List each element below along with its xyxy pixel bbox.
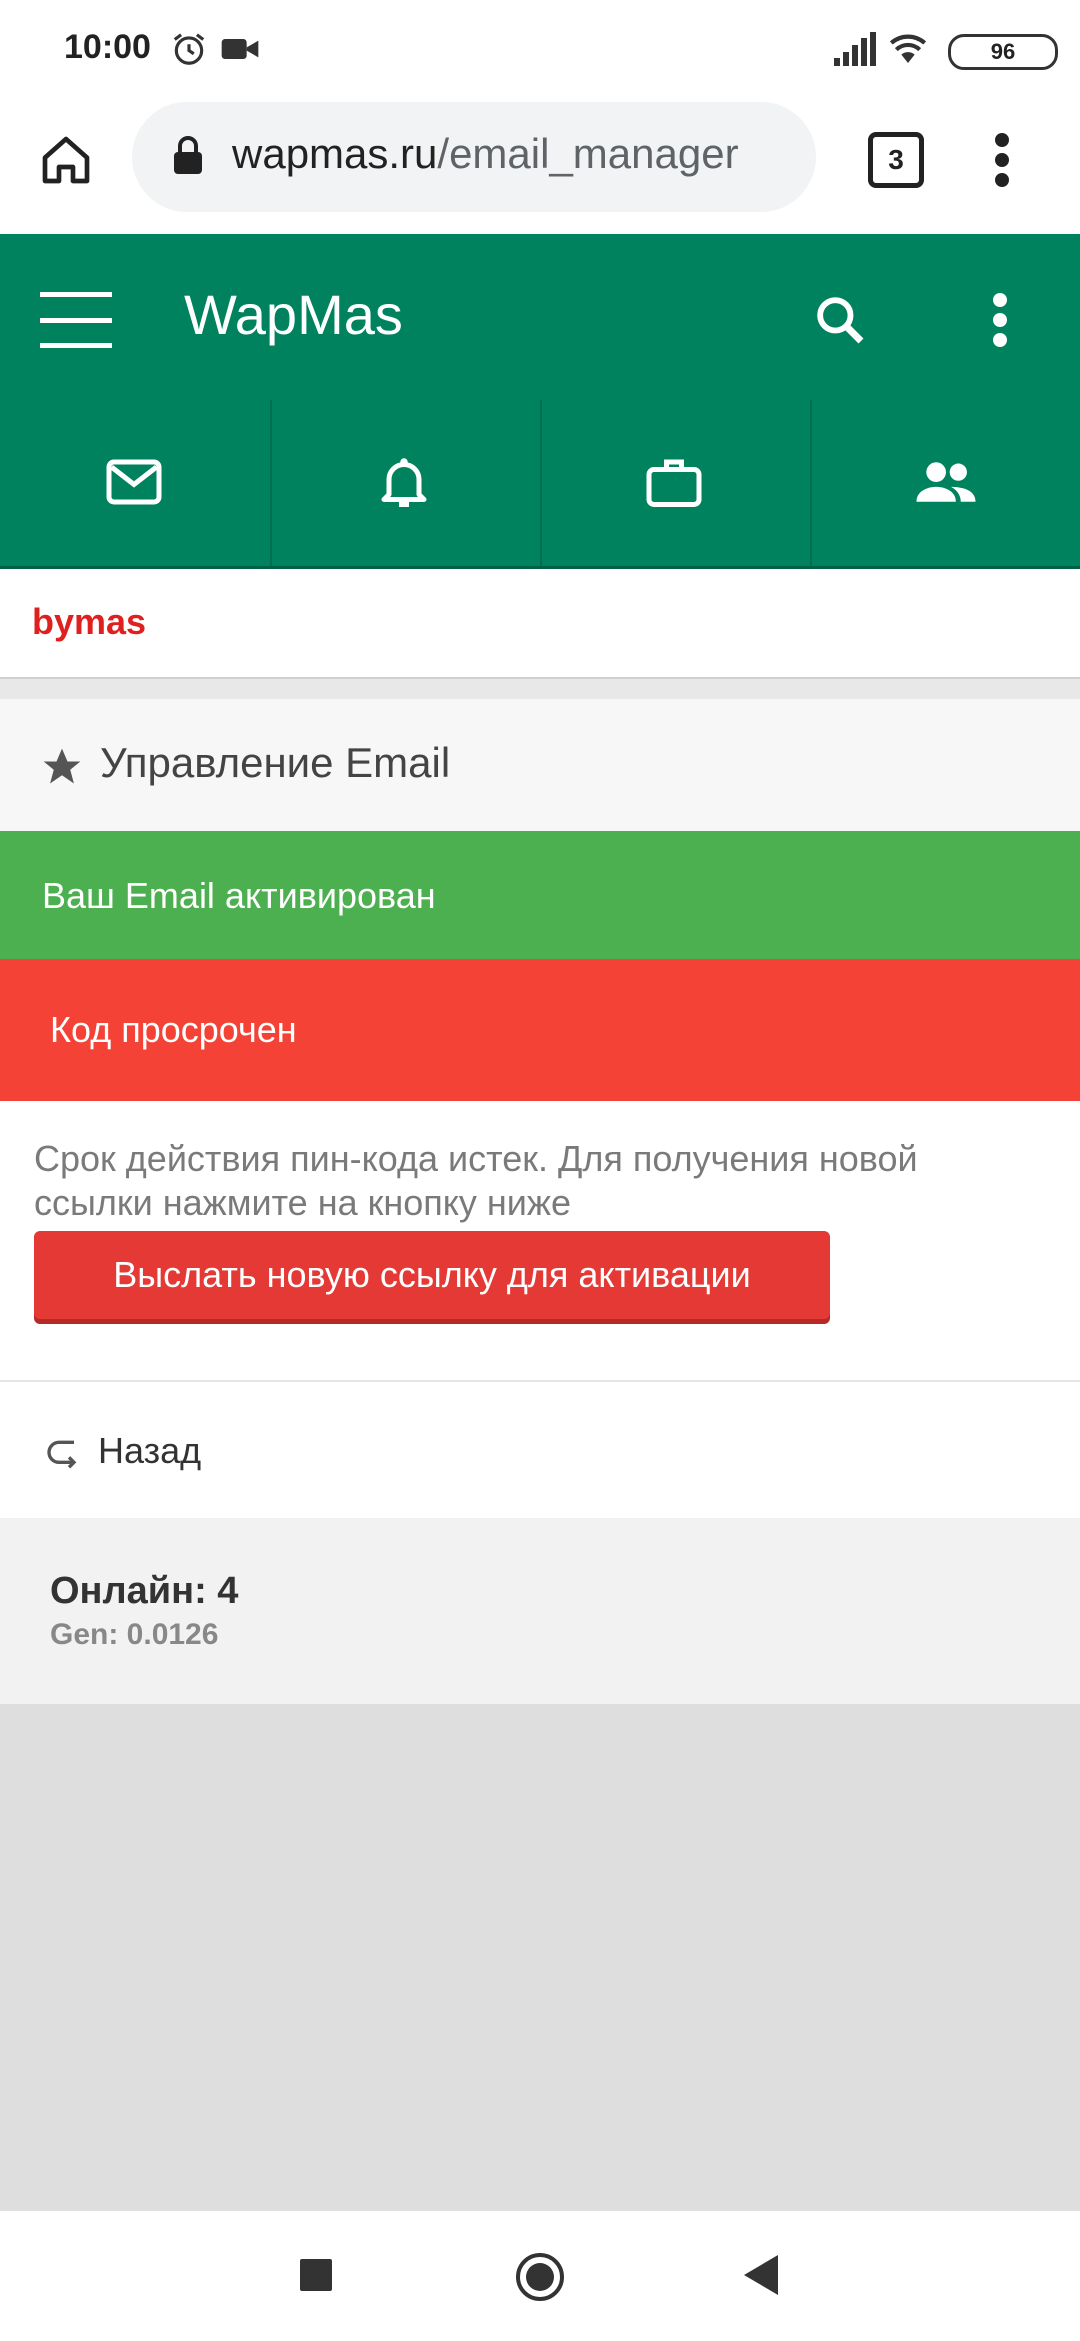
divider [0,679,1080,699]
nav-square-icon[interactable] [300,2259,332,2291]
address-bar[interactable]: wapmas.ru/email_manager [132,102,816,212]
people-icon [916,462,976,502]
browser-toolbar: wapmas.ru/email_manager 3 [0,98,1080,234]
generation-time: Gen: 0.0126 [50,1618,219,1651]
star-icon [43,748,81,784]
battery-icon: 96 [948,34,1058,70]
system-nav-bar [0,2210,1080,2341]
bell-icon [381,458,427,507]
resend-activation-button[interactable]: Выслать новую ссылку для активации [34,1231,830,1319]
url-text: wapmas.ru/email_manager [232,130,792,178]
back-label: Назад [98,1430,202,1471]
status-bar: 10:00 96 [0,0,1080,98]
more-vert-icon[interactable] [992,292,1008,348]
tab-mail[interactable] [0,400,272,566]
nav-circle-icon[interactable] [514,2251,566,2303]
more-vert-icon[interactable] [994,132,1010,188]
nav-back-icon[interactable] [744,2255,778,2295]
briefcase-icon [646,459,702,507]
app-title: WapMas [184,283,403,346]
menu-icon[interactable] [40,290,112,350]
error-message: Код просрочен [50,1009,297,1050]
app-header: WapMas [0,234,1080,400]
battery-level: 96 [990,39,1016,64]
success-alert: Ваш Email активирован [0,831,1080,959]
tab-jobs[interactable] [540,400,812,566]
expired-description: Срок действия пин-кода истек. Для получе… [34,1138,918,1223]
url-path: /email_manager [437,130,739,177]
success-message: Ваш Email активирован [42,875,436,916]
mail-icon [106,459,162,505]
tab-friends[interactable] [810,400,1080,566]
alarm-icon [173,33,205,65]
footer: Онлайн: 4 Gen: 0.0126 [0,1518,1080,1704]
wifi-icon [889,34,927,63]
status-time: 10:00 [64,28,151,66]
back-arrow-icon [47,1440,77,1469]
section-header: Управление Email [0,699,1080,831]
user-bar: bymas [0,569,1080,679]
url-host: wapmas.ru [232,130,438,177]
content-block: Срок действия пин-кода истек. Для получе… [0,1101,1080,1382]
home-icon[interactable] [38,132,94,188]
section-title: Управление Email [100,739,451,786]
username-link[interactable]: bymas [32,601,146,643]
signal-icon [834,32,876,66]
search-icon[interactable] [812,292,868,348]
lock-icon [174,136,202,174]
error-alert: Код просрочен [0,959,1080,1101]
tab-switcher-button[interactable]: 3 [868,132,924,188]
back-link[interactable]: Назад [0,1382,1080,1518]
video-icon [221,39,259,59]
tab-notifications[interactable] [270,400,542,566]
online-count: Онлайн: 4 [50,1570,239,1612]
tab-bar [0,400,1080,569]
